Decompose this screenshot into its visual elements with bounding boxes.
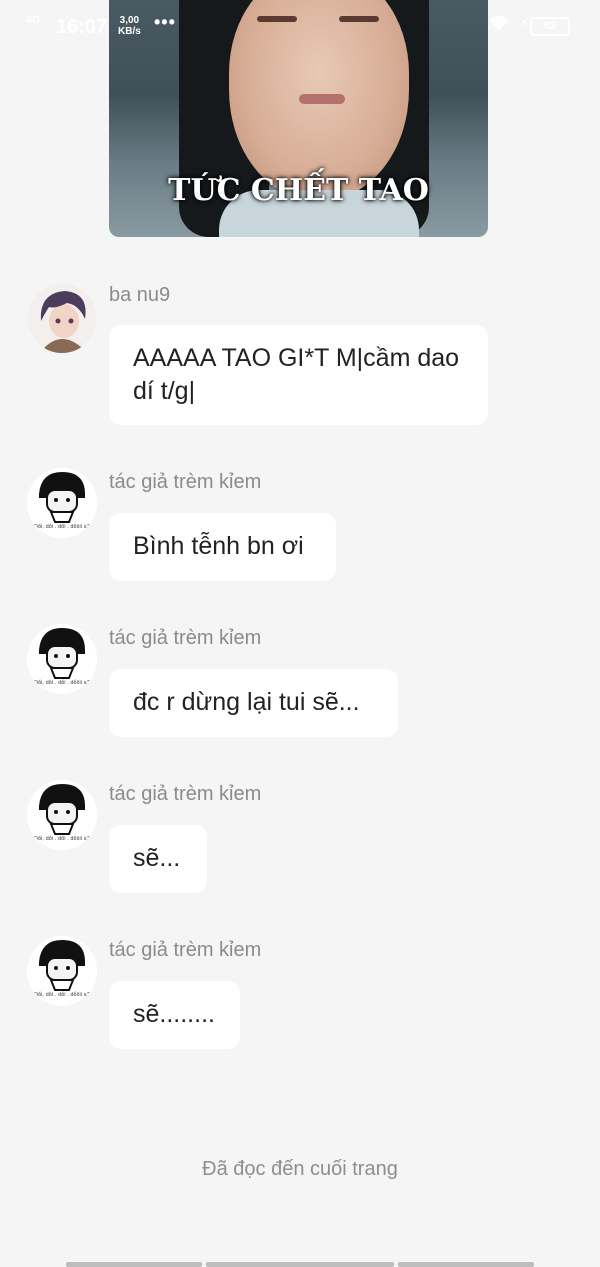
meme-face-avatar-icon[interactable]: Dồi, dồi . dồi . dồiiii x2 xyxy=(27,468,97,538)
svg-text:Dồi, dồi . dồi . dồiiii x2: Dồi, dồi . dồi . dồiiii x2 xyxy=(34,990,90,998)
message-bubble[interactable]: đc r dừng lại tui sẽ... xyxy=(109,669,398,737)
meme-face-avatar-icon[interactable]: Dồi, dồi . dồi . dồiiii x2 xyxy=(27,780,97,850)
message-bubble[interactable]: AAAAA TAO GI*T M|cầm dao dí t/g| xyxy=(109,325,488,425)
network-speed-unit: KB/s xyxy=(118,26,141,37)
bottom-toolbar-edge xyxy=(0,1262,600,1267)
more-notifications-icon: ••• xyxy=(154,12,176,32)
meme-face-avatar-icon[interactable]: Dồi, dồi . dồi . dồiiii x2 xyxy=(27,624,97,694)
sender-name: ba nu9 xyxy=(109,284,171,306)
meme-caption: TỨC CHẾT TAO xyxy=(168,173,429,208)
message-bubble[interactable]: sẽ... xyxy=(109,825,207,893)
status-bar: 4G 16:07 3,00 KB/s ••• ⚡ 82 xyxy=(0,0,600,52)
toolbar-tab-edge[interactable] xyxy=(398,1262,534,1267)
svg-text:Dồi, dồi . dồi . dồiiii x2: Dồi, dồi . dồi . dồiiii x2 xyxy=(34,678,90,686)
charging-icon: ⚡ xyxy=(520,15,530,31)
svg-text:Dồi, dồi . dồi . dồiiii x2: Dồi, dồi . dồi . dồiiii x2 xyxy=(34,522,90,530)
sender-name: tác giả trèm kỉem xyxy=(109,471,262,493)
sender-name: tác giả trèm kỉem xyxy=(109,783,262,805)
toolbar-tab-edge[interactable] xyxy=(206,1262,394,1267)
svg-text:Dồi, dồi . dồi . dồiiii x2: Dồi, dồi . dồi . dồiiii x2 xyxy=(34,834,90,842)
meme-mouth xyxy=(299,94,345,104)
battery-indicator: 82 xyxy=(530,17,570,36)
wifi-icon xyxy=(489,16,509,31)
end-of-page-notice: Đã đọc đến cuối trang xyxy=(202,1158,398,1180)
network-speed-value: 3,00 xyxy=(119,15,140,26)
clock: 16:07 xyxy=(56,16,108,38)
sender-name: tác giả trèm kỉem xyxy=(109,627,262,649)
signal-indicator: 4G xyxy=(26,14,41,26)
network-speed: 3,00 KB/s xyxy=(118,15,141,37)
message-bubble[interactable]: Bình tễnh bn ơi xyxy=(109,513,336,581)
message-bubble[interactable]: sẽ........ xyxy=(109,981,240,1049)
meme-face-avatar-icon[interactable]: Dồi, dồi . dồi . dồiiii x2 xyxy=(27,936,97,1006)
sender-name: tác giả trèm kỉem xyxy=(109,939,262,961)
toolbar-tab-edge[interactable] xyxy=(66,1262,202,1267)
anime-boy-avatar-icon[interactable] xyxy=(27,283,97,353)
